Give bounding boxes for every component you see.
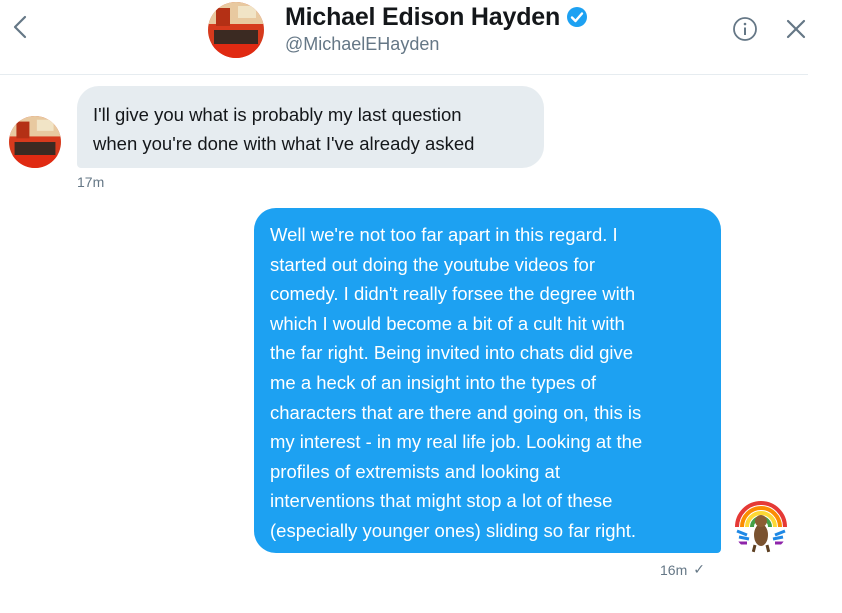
conversation-header: Michael Edison Hayden @MichaelEHayden <box>0 0 808 75</box>
message-line: interventions that might stop a lot of t… <box>270 490 613 512</box>
back-button[interactable] <box>6 10 34 44</box>
message-line: comedy. I didn't really forsee the degre… <box>270 283 636 305</box>
message-line: I'll give you what is probably my last q… <box>93 104 462 125</box>
message-line: the far right. Being invited into chats … <box>270 342 634 364</box>
message-line: Well we're not too far apart in this reg… <box>270 224 618 245</box>
outgoing-message-bubble[interactable]: Well we're not too far apart in this reg… <box>254 208 721 553</box>
message-line: profiles of extremists and looking at <box>270 460 560 482</box>
incoming-message-bubble[interactable]: I'll give you what is probably my last q… <box>77 86 544 168</box>
own-avatar[interactable] <box>733 497 789 553</box>
sent-check-icon: ✓ <box>693 561 705 577</box>
message-line: characters that are there and going on, … <box>270 401 642 423</box>
message-line: (especially younger ones) sliding so far… <box>270 519 637 541</box>
close-icon <box>786 19 806 39</box>
chevron-left-icon <box>13 15 27 39</box>
sender-avatar[interactable] <box>9 116 61 168</box>
message-line: which I would become a bit of a cult hit… <box>270 312 625 334</box>
contact-handle: @MichaelEHayden <box>285 34 440 54</box>
message-status: 16m ✓ <box>660 561 705 578</box>
message-timestamp: 17m <box>77 174 105 190</box>
avatar[interactable] <box>208 2 264 58</box>
verified-badge-icon <box>566 6 588 28</box>
close-button[interactable] <box>783 16 809 42</box>
message-timestamp: 16m <box>660 561 688 578</box>
info-button[interactable] <box>732 16 758 42</box>
contact-name: Michael Edison Hayden <box>285 2 561 31</box>
message-line: my interest - in my real life job. Looki… <box>270 431 643 453</box>
message-line: me a heck of an insight into the types o… <box>270 371 596 393</box>
contact-name-row: Michael Edison Hayden <box>285 0 588 34</box>
message-line: started out doing the youtube videos for <box>270 253 595 275</box>
message-line: when you're done with what I've already … <box>93 133 475 154</box>
info-icon <box>733 17 757 41</box>
